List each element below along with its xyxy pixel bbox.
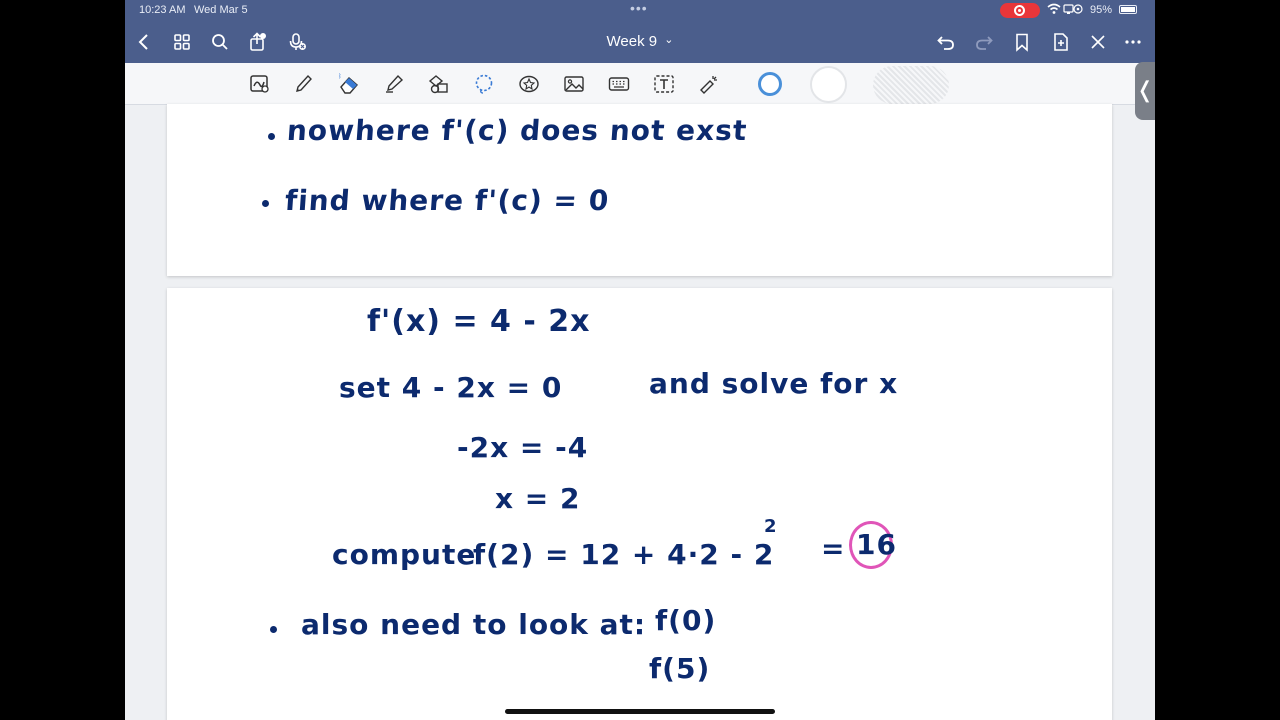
battery-percent: 95% [1090,4,1113,16]
status-bar: 10:23 AM Wed Mar 5 ••• 95% [125,0,1155,20]
laser-pointer-icon[interactable] [697,72,721,96]
bullet-point [262,200,269,207]
nav-bar: Week 9 ⌄ [125,20,1155,63]
svg-text:ᛒ: ᛒ [338,73,342,80]
exponent: 2 [764,516,778,537]
f-of-5: f(5) [649,652,711,685]
color-swatch-gray[interactable] [873,66,949,104]
chevron-down-icon: ⌄ [664,34,674,46]
pen-icon[interactable] [292,72,316,96]
status-date: Wed Mar 5 [194,4,248,16]
screen-recording-indicator[interactable] [1000,3,1040,18]
more-icon[interactable] [1122,31,1144,53]
undo-icon[interactable] [935,31,957,53]
lasso-icon[interactable] [472,72,496,96]
multitask-dots[interactable]: ••• [630,0,648,16]
handwritten-line-2: find where f'(c) = 0 [283,184,611,217]
add-page-icon[interactable] [1050,31,1072,53]
battery-icon [1119,5,1137,14]
derivative-equation: f'(x) = 4 - 2x [367,304,591,339]
bookmark-icon[interactable] [1011,31,1033,53]
ipad-screen: 10:23 AM Wed Mar 5 ••• 95% Week 9 ⌄ ᛒ ❬ … [125,0,1155,720]
bullet-point [268,133,275,140]
bullet-point [270,626,277,633]
grid-icon[interactable] [171,31,193,53]
tool-bar: ᛒ [125,63,1155,105]
compute-expression: f(2) = 12 + 4·2 - 2 [473,538,775,571]
color-swatch-white[interactable] [810,66,847,103]
solution-step-1: -2x = -4 [457,431,589,464]
color-swatch-blue[interactable] [758,72,782,96]
sticker-icon[interactable] [517,72,541,96]
back-icon[interactable] [133,31,155,53]
shapes-icon[interactable] [427,72,451,96]
result-value: 16 [856,528,897,561]
equals-sign: = [821,532,846,565]
record-icon [1014,5,1025,16]
pencil-off-icon[interactable] [1087,31,1109,53]
wifi-icon [1047,3,1083,18]
compute-label: compute [332,538,477,571]
image-icon[interactable] [562,72,586,96]
lasso-zoom-icon[interactable] [248,72,272,96]
handwritten-line-1: nowhere f'(c) does not exst [285,114,749,147]
eraser-icon[interactable]: ᛒ [337,72,361,96]
status-time: 10:23 AM [139,4,186,16]
keyboard-icon[interactable] [607,72,631,96]
set-equation: set 4 - 2x = 0 [339,371,563,404]
also-need-text: also need to look at: [301,608,647,641]
text-box-icon[interactable] [652,72,676,96]
document-title[interactable]: Week 9 ⌄ [585,33,695,50]
notebook-page-2[interactable]: f'(x) = 4 - 2x set 4 - 2x = 0 and solve … [167,288,1112,720]
home-indicator[interactable] [505,709,775,714]
document-title-text: Week 9 [606,33,658,50]
f-of-0: f(0) [655,604,717,637]
search-icon[interactable] [209,31,231,53]
redo-icon[interactable] [973,31,995,53]
solution-step-2: x = 2 [495,482,581,515]
notebook-page-1[interactable]: nowhere f'(c) does not exst find where f… [167,104,1112,276]
share-icon[interactable] [246,31,268,53]
highlighter-icon[interactable] [382,72,406,96]
sidebar-handle-icon[interactable]: ❬ [1135,62,1155,120]
solve-instruction: and solve for x [649,367,899,400]
microphone-icon[interactable] [286,31,308,53]
